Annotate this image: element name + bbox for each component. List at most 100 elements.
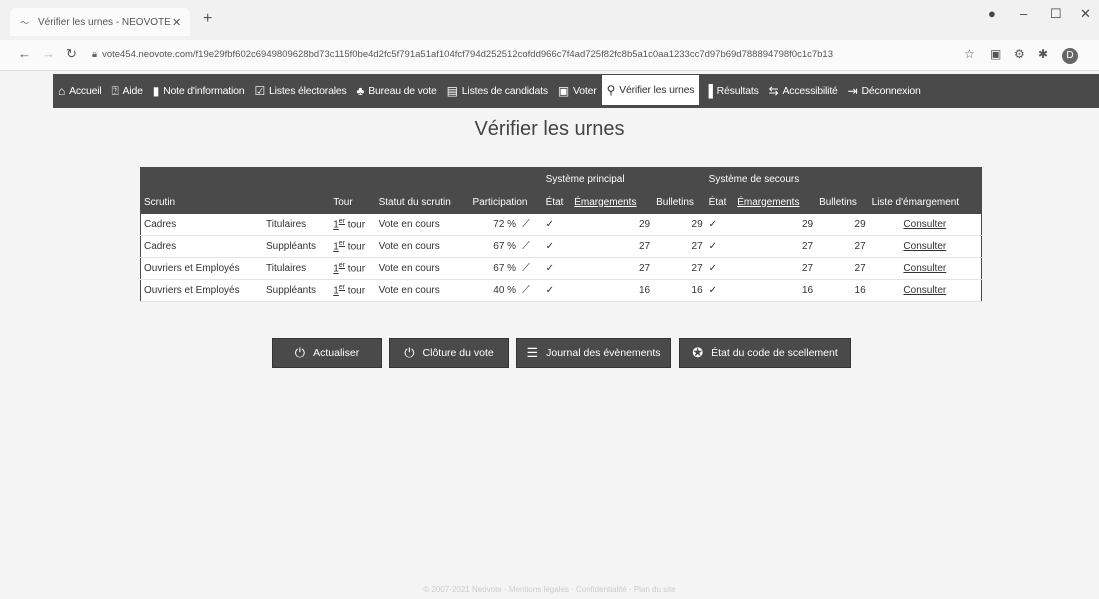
nav-aide[interactable]: ⍰ Aide	[107, 74, 148, 108]
help-icon: ⍰	[111, 83, 119, 98]
nav-accueil[interactable]: ⌂ Accueil	[53, 74, 107, 108]
cell-type: Titulaires	[262, 214, 331, 236]
list-check-icon: ☑	[254, 84, 266, 98]
cell-emargements-backup: 29	[734, 214, 817, 236]
reload-icon[interactable]: ↻	[66, 46, 77, 62]
cell-college: Cadres	[140, 214, 263, 236]
cell-type: Suppléants	[262, 235, 331, 258]
table-row: Ouvriers et Employés Suppléants 1er tour…	[140, 279, 982, 302]
footer: © 2007-2021 Neovote · Mentions légales ·…	[423, 585, 676, 594]
record-icon: ●	[988, 6, 996, 21]
nav-note-information[interactable]: ▮ Note d'information	[148, 74, 250, 108]
power-icon: ⏻	[404, 345, 415, 360]
check-icon: ✓	[542, 235, 572, 258]
col-emargements-backup[interactable]: Émargements	[734, 190, 816, 214]
cell-bulletins-backup: 27	[816, 235, 869, 258]
cell-type: Suppléants	[262, 279, 331, 302]
cell-emargements-backup: 27	[734, 235, 817, 258]
check-icon: ✓	[705, 235, 735, 258]
nav-listes-candidats[interactable]: ▤ Listes de candidats	[442, 74, 553, 108]
people-icon: ♣	[356, 84, 365, 98]
col-tour: Tour	[333, 196, 353, 208]
check-icon: ✓	[542, 279, 572, 302]
cell-statut: Vote en cours	[375, 257, 470, 280]
home-icon: ⌂	[58, 84, 66, 98]
url-field[interactable]: 🔒︎ vote454.neovote.com/f19e29fbf602c69498…	[92, 49, 833, 60]
col-liste-emargement: Liste d'émargement	[871, 196, 960, 208]
cell-emargements: 27	[571, 257, 654, 280]
cell-statut: Vote en cours	[375, 279, 470, 302]
document-icon: ▮	[152, 84, 160, 98]
logout-icon: ⇥	[847, 84, 858, 98]
col-emargements-main[interactable]: Émargements	[571, 190, 653, 214]
col-statut: Statut du scrutin	[378, 196, 451, 208]
cell-tour: 1er tour	[330, 214, 376, 236]
cell-emargements: 27	[571, 235, 654, 258]
cell-tour: 1er tour	[330, 257, 376, 280]
cell-emargements-backup: 16	[734, 279, 817, 302]
check-icon: ✓	[542, 257, 572, 280]
book-icon: ▤	[446, 84, 458, 98]
group-backup-system: Système de secours	[708, 173, 800, 185]
cell-participation: 72 %	[469, 214, 520, 236]
trend-chart-icon[interactable]: ⟋	[519, 279, 543, 302]
cell-participation: 40 %	[469, 279, 520, 302]
table-row: Ouvriers et Employés Titulaires 1er tour…	[140, 257, 982, 280]
cell-participation: 67 %	[469, 257, 520, 280]
nav-accessibilite[interactable]: ⇆ Accessibilité	[764, 74, 843, 108]
back-icon[interactable]: ←	[18, 46, 31, 61]
bookmark-star-icon[interactable]: ☆	[964, 47, 975, 61]
nav-deconnexion[interactable]: ⇥ Déconnexion	[843, 74, 926, 108]
trend-chart-icon[interactable]: ⟋	[519, 235, 543, 258]
nav-bureau-de-vote[interactable]: ♣ Bureau de vote	[352, 74, 442, 108]
check-icon: ✓	[705, 214, 735, 236]
close-tab-icon[interactable]: ✕	[172, 16, 190, 29]
event-journal-button[interactable]: ☰ Journal des évènements	[516, 338, 671, 368]
browser-tab[interactable]: 〜 Vérifier les urnes - NEOVOTE ✕	[10, 8, 190, 36]
nav-voter[interactable]: ▣ Voter	[553, 74, 602, 108]
accessibility-icon: ⇆	[768, 84, 779, 98]
lock-icon: 🔒︎	[92, 49, 98, 60]
consulter-link[interactable]: Consulter	[868, 235, 982, 258]
settings-extension-icon[interactable]: ⚙	[1014, 47, 1025, 61]
nav-listes-electorales[interactable]: ☑ Listes électorales	[249, 74, 351, 108]
cell-bulletins: 29	[653, 214, 706, 236]
new-tab-icon[interactable]: +	[203, 10, 212, 28]
cell-emargements-backup: 27	[734, 257, 817, 280]
forward-icon[interactable]: →	[42, 46, 55, 61]
consulter-link[interactable]: Consulter	[868, 257, 982, 280]
bar-chart-icon: ▐	[704, 84, 713, 98]
table-row: Cadres Titulaires 1er tour Vote en cours…	[140, 214, 982, 236]
seal-code-state-button[interactable]: ✪ État du code de scellement	[679, 338, 851, 368]
profile-avatar[interactable]: D	[1062, 48, 1078, 64]
magnifier-icon: ⚲	[606, 83, 616, 97]
col-bulletins-backup: Bulletins	[819, 196, 857, 208]
col-etat-main: État	[545, 196, 564, 208]
cell-bulletins-backup: 29	[816, 214, 869, 236]
col-scrutin: Scrutin	[144, 196, 176, 208]
puzzle-icon[interactable]: ✱	[1038, 47, 1048, 61]
table-header: Scrutin Tour Statut du scrutin Participa…	[140, 190, 982, 214]
group-main-system: Système principal	[545, 173, 625, 185]
table-group-header: Système principal Système de secours	[140, 167, 982, 190]
cell-emargements: 29	[571, 214, 654, 236]
close-vote-button[interactable]: ⏻ Clôture du vote	[389, 338, 509, 368]
trend-chart-icon[interactable]: ⟋	[519, 214, 543, 236]
nav-verifier-urnes[interactable]: ⚲ Vérifier les urnes	[601, 75, 700, 107]
consulter-link[interactable]: Consulter	[868, 279, 982, 302]
seal-icon: ✪	[692, 345, 704, 360]
cell-bulletins: 27	[653, 257, 706, 280]
close-window-icon[interactable]: ✕	[1080, 6, 1091, 22]
trend-chart-icon[interactable]: ⟋	[519, 257, 543, 280]
extension-icon[interactable]: ▣	[990, 47, 1001, 61]
col-bulletins-main: Bulletins	[656, 196, 694, 208]
cell-college: Ouvriers et Employés	[140, 279, 263, 302]
maximize-icon[interactable]: ☐	[1050, 6, 1062, 22]
browser-tab-bar: 〜 Vérifier les urnes - NEOVOTE ✕ + ● – ☐…	[0, 0, 1099, 40]
minimize-icon[interactable]: –	[1020, 6, 1027, 21]
consulter-link[interactable]: Consulter	[868, 214, 982, 236]
nav-resultats[interactable]: ▐ Résultats	[699, 74, 763, 108]
cell-college: Ouvriers et Employés	[140, 257, 263, 280]
urns-table: Système principal Système de secours Scr…	[140, 167, 982, 302]
refresh-button[interactable]: ⏻ Actualiser	[272, 338, 382, 368]
